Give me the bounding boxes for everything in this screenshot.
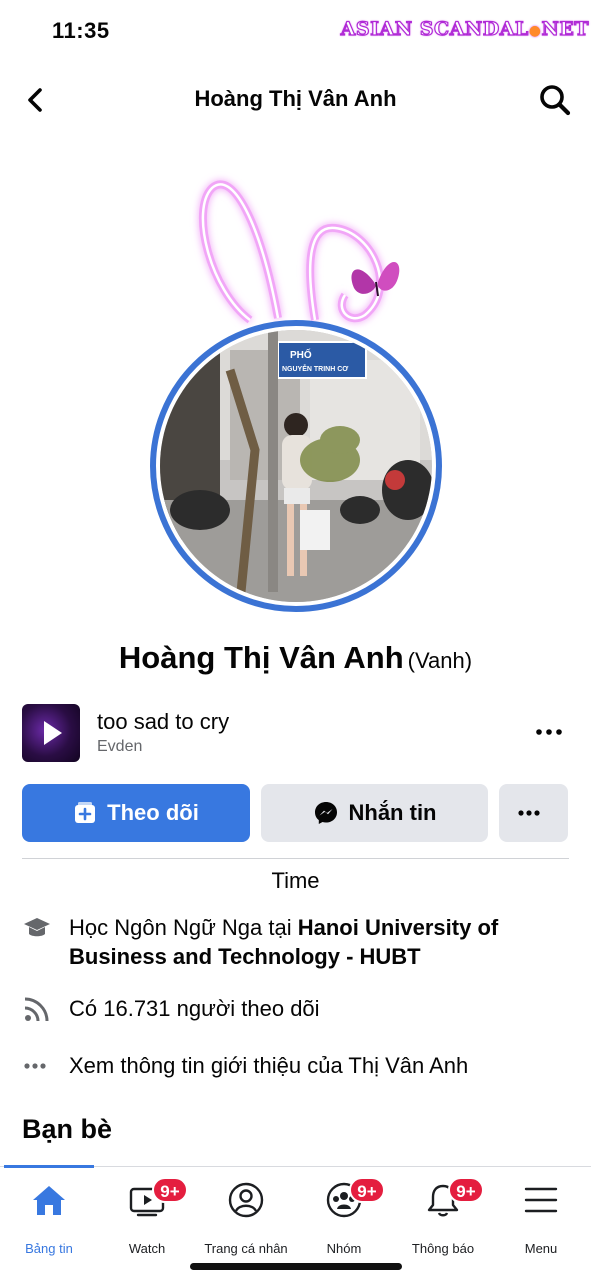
followers-count: Có 16.731 người theo dõi [69,996,320,1021]
follow-button[interactable]: Theo dõi [22,784,250,842]
tab-groups[interactable]: 9+ Nhóm [295,1177,393,1256]
info-see-about[interactable]: Xem thông tin giới thiệu của Thị Vân Anh [22,1051,570,1081]
more-actions-button[interactable] [499,784,568,842]
street-sign-bottom: NGUYỄN TRINH CƠ [282,364,348,373]
page-title: Hoàng Thị Vân Anh [194,86,397,111]
street-sign-top: PHỐ [290,347,312,361]
avatar-photo: PHỐ NGUYỄN TRINH CƠ [160,330,432,602]
tab-news-feed[interactable]: Bảng tin [0,1181,98,1256]
tab-menu[interactable]: Menu [492,1181,590,1256]
bottom-tab-bar: Bảng tin 9+ Watch Trang cá nhân 9+ Nhóm … [0,1165,591,1280]
profile-actions: Theo dõi Nhắn tin [22,784,568,842]
music-cover[interactable] [22,704,80,762]
watch-badge: 9+ [152,1177,188,1203]
message-button[interactable]: Nhắn tin [261,784,488,842]
see-about-link[interactable]: Xem thông tin giới thiệu của Thị Vân Anh [69,1051,569,1080]
status-time: 11:35 [52,18,110,43]
profile-icon [228,1182,264,1218]
menu-icon [524,1187,558,1213]
watermark-part3: NET [541,17,589,40]
graduation-cap-icon [22,913,52,943]
top-nav-bar: Hoàng Thị Vân Anh [0,72,591,128]
groups-badge: 9+ [349,1177,385,1203]
status-bar: 11:35 ASIAN SCANDAL●NET [0,0,591,62]
tab-profile[interactable]: Trang cá nhân [197,1181,295,1256]
play-icon [44,721,62,745]
search-icon[interactable] [537,82,573,118]
home-icon [33,1186,65,1215]
tab-notifications[interactable]: 9+ Thông báo [394,1177,492,1256]
more-icon [22,1051,52,1081]
info-education: Học Ngôn Ngữ Nga tại Hanoi University of… [22,913,570,973]
watermark-dot: ● [528,23,542,39]
watermark-part1: ASIAN [340,17,413,40]
notifications-badge: 9+ [448,1177,484,1203]
watermark-part2: SCANDAL [419,17,529,40]
message-label: Nhắn tin [348,800,437,825]
home-indicator [190,1263,402,1270]
tab-time[interactable]: Time [0,868,591,894]
music-title: too sad to cry [97,709,230,734]
profile-music[interactable]: too sad to cry Evden [22,704,570,764]
education-prefix: Học Ngôn Ngữ Nga tại [69,915,298,940]
messenger-icon [314,802,337,824]
profile-avatar[interactable]: PHỐ NGUYỄN TRINH CƠ [140,170,450,620]
info-followers: Có 16.731 người theo dõi [22,994,570,1024]
music-artist: Evden [97,738,143,755]
tab-label: Menu [524,1241,558,1256]
rss-icon [22,994,52,1024]
profile-alternate-name: (Vanh) [407,648,473,673]
follow-label: Theo dõi [107,800,199,825]
profile-name: Hoàng Thị Vân Anh (Vanh) [0,640,591,676]
divider [22,858,569,859]
friends-heading: Bạn bè [22,1114,113,1144]
more-icon [517,810,540,816]
tab-watch[interactable]: 9+ Watch [98,1177,196,1256]
active-tab-indicator [4,1165,94,1168]
watermark: ASIAN SCANDAL●NET [340,17,589,40]
more-options-icon[interactable] [534,722,564,742]
follow-icon [75,802,96,823]
profile-name-main: Hoàng Thị Vân Anh [118,640,404,675]
